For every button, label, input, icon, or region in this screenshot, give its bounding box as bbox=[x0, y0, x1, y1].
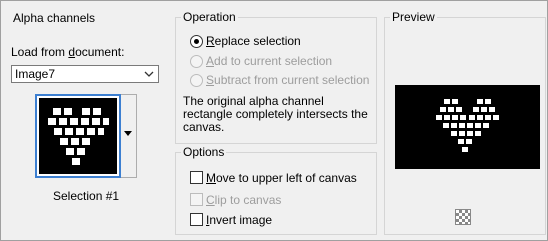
preview-heart-icon bbox=[436, 99, 499, 152]
triangle-down-icon bbox=[124, 131, 132, 136]
alpha-channel-dialog: Alpha channels Load from document: Image… bbox=[0, 0, 548, 241]
intersect-message-line3: canvas. bbox=[183, 120, 225, 134]
selection-thumbnail[interactable] bbox=[35, 94, 121, 178]
preview-canvas bbox=[395, 85, 540, 169]
options-title: Options bbox=[181, 145, 227, 159]
document-select[interactable]: Image7 bbox=[11, 65, 159, 83]
operation-title: Operation bbox=[181, 10, 238, 24]
clip-to-canvas-checkbox[interactable] bbox=[190, 193, 203, 206]
replace-selection-radio[interactable] bbox=[190, 35, 203, 48]
selection-caption: Selection #1 bbox=[53, 189, 120, 203]
chevron-down-icon bbox=[144, 71, 154, 77]
heart-pattern-icon bbox=[48, 108, 109, 165]
move-to-upper-left-checkbox[interactable] bbox=[190, 171, 203, 184]
selection-dropdown-button[interactable] bbox=[121, 94, 137, 178]
add-selection-radio[interactable] bbox=[190, 55, 203, 68]
load-from-document-label: Load from document: bbox=[11, 45, 125, 59]
subtract-selection-radio[interactable] bbox=[190, 74, 203, 87]
move-to-upper-left-label[interactable]: Move to upper left of canvas bbox=[206, 171, 357, 185]
invert-image-checkbox[interactable] bbox=[190, 213, 203, 226]
add-selection-label[interactable]: Add to current selection bbox=[206, 54, 332, 68]
intersect-message-line2: rectangle completely intersects the bbox=[183, 107, 368, 121]
replace-selection-label[interactable]: Replace selection bbox=[206, 34, 301, 48]
clip-to-canvas-label[interactable]: Clip to canvas bbox=[206, 193, 281, 207]
selection-thumbnail-canvas bbox=[39, 98, 117, 174]
preview-title: Preview bbox=[390, 10, 437, 24]
alpha-channels-title: Alpha channels bbox=[11, 11, 98, 25]
checkerboard-icon[interactable] bbox=[455, 209, 471, 225]
intersect-message-line1: The original alpha channel bbox=[183, 94, 324, 108]
document-select-value: Image7 bbox=[15, 67, 56, 81]
invert-image-label[interactable]: Invert image bbox=[206, 213, 272, 227]
subtract-selection-label[interactable]: Subtract from current selection bbox=[206, 73, 369, 87]
